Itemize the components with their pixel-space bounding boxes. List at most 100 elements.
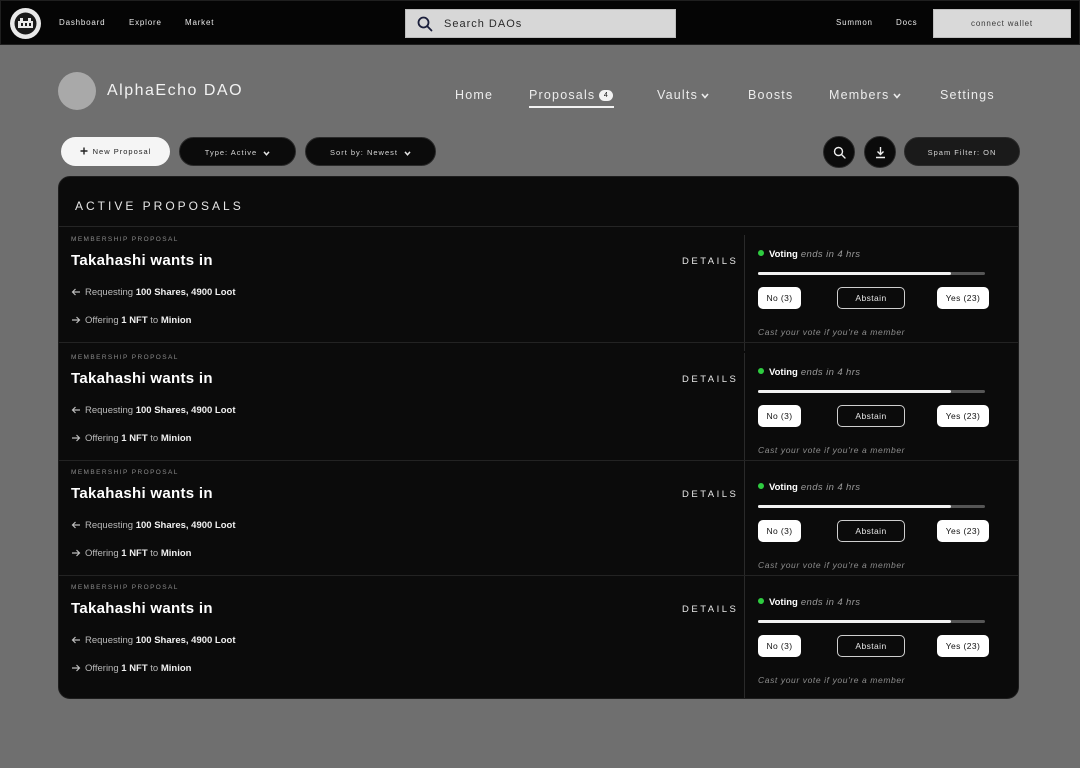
requesting-prefix: Requesting (85, 520, 134, 531)
vote-hint: Cast your vote if you're a member (758, 327, 906, 337)
new-proposal-label: New Proposal (92, 147, 152, 156)
download-button[interactable] (864, 136, 896, 168)
type-filter-label: Type: Active (204, 148, 258, 157)
requesting-line: Requesting 100 Shares, 4900 Loot (71, 520, 236, 531)
proposal-title[interactable]: Takahashi wants in (71, 252, 213, 269)
requesting-prefix: Requesting (85, 635, 134, 646)
nav-docs[interactable]: Docs (896, 18, 917, 27)
details-link[interactable]: DETAILS (682, 374, 738, 385)
proposals-panel: ACTIVE PROPOSALS MEMBERSHIP PROPOSAL Tak… (58, 176, 1019, 699)
column-divider (744, 353, 745, 469)
sort-dropdown[interactable]: Sort by: Newest (305, 137, 436, 166)
offering-line: Offering 1 NFT to Minion (71, 663, 191, 674)
arrow-left-icon (71, 521, 80, 529)
details-link[interactable]: DETAILS (682, 256, 738, 267)
voting-label: Voting (769, 367, 798, 378)
requesting-value: 100 Shares, 4900 Loot (135, 635, 236, 646)
offering-prefix: Offering (85, 315, 119, 326)
requesting-prefix: Requesting (85, 405, 134, 416)
voting-label: Voting (769, 249, 798, 260)
search-placeholder: Search DAOs (444, 18, 523, 30)
nav-explore[interactable]: Explore (129, 18, 162, 27)
type-filter-dropdown[interactable]: Type: Active (179, 137, 296, 166)
voting-progress-fill (758, 390, 951, 393)
vote-no-button[interactable]: No (3) (758, 520, 801, 542)
voting-progress-fill (758, 505, 951, 508)
proposal-title[interactable]: Takahashi wants in (71, 485, 213, 502)
tab-proposals[interactable]: Proposals 4 (529, 88, 614, 102)
voting-status: Voting ends in 4 hrs (758, 367, 860, 378)
vote-yes-button[interactable]: Yes (23) (937, 287, 989, 309)
tab-settings[interactable]: Settings (940, 88, 995, 102)
dao-name: AlphaEcho DAO (107, 82, 244, 99)
requesting-line: Requesting 100 Shares, 4900 Loot (71, 287, 236, 298)
vote-hint: Cast your vote if you're a member (758, 675, 906, 685)
tab-home[interactable]: Home (455, 88, 493, 102)
voting-label: Voting (769, 482, 798, 493)
tab-members[interactable]: Members (829, 88, 901, 102)
voting-ends: ends in 4 hrs (800, 482, 861, 493)
offering-value: 1 NFT (121, 548, 148, 559)
proposal-row: MEMBERSHIP PROPOSAL Takahashi wants in R… (59, 345, 1018, 469)
vote-yes-button[interactable]: Yes (23) (937, 405, 989, 427)
dao-avatar (58, 72, 96, 110)
nav-summon[interactable]: Summon (836, 18, 873, 27)
vote-yes-button[interactable]: Yes (23) (937, 635, 989, 657)
offering-to: to (150, 548, 159, 559)
offering-target: Minion (160, 663, 192, 674)
proposal-kind: MEMBERSHIP PROPOSAL (71, 354, 179, 361)
connect-wallet-button[interactable]: connect wallet (933, 9, 1071, 38)
proposal-row: MEMBERSHIP PROPOSAL Takahashi wants in R… (59, 227, 1018, 351)
spam-filter-toggle[interactable]: Spam Filter: ON (904, 137, 1020, 166)
vote-hint: Cast your vote if you're a member (758, 445, 906, 455)
voting-section: Voting ends in 4 hrs No (3) Abstain Yes (… (758, 460, 998, 576)
voting-progress-fill (758, 620, 951, 623)
new-proposal-button[interactable]: New Proposal (61, 137, 170, 166)
plus-icon (80, 147, 88, 155)
proposal-kind: MEMBERSHIP PROPOSAL (71, 469, 179, 476)
voting-progress-bar (758, 620, 985, 623)
offering-prefix: Offering (85, 663, 119, 674)
tab-label: Boosts (748, 88, 794, 102)
voting-section: Voting ends in 4 hrs No (3) Abstain Yes (… (758, 345, 998, 461)
vote-no-button[interactable]: No (3) (758, 405, 801, 427)
vote-hint: Cast your vote if you're a member (758, 560, 906, 570)
search-input[interactable]: Search DAOs (405, 9, 676, 38)
download-icon (876, 147, 885, 159)
details-link[interactable]: DETAILS (682, 604, 738, 615)
tab-vaults[interactable]: Vaults (657, 88, 709, 102)
status-dot (758, 250, 764, 256)
proposal-kind: MEMBERSHIP PROPOSAL (71, 236, 179, 243)
chevron-down-icon (263, 150, 270, 156)
search-button[interactable] (823, 136, 855, 168)
offering-line: Offering 1 NFT to Minion (71, 548, 191, 559)
proposal-title[interactable]: Takahashi wants in (71, 370, 213, 387)
vote-abstain-button[interactable]: Abstain (837, 520, 905, 542)
vote-yes-button[interactable]: Yes (23) (937, 520, 989, 542)
search-icon (833, 146, 846, 159)
offering-to: to (150, 663, 159, 674)
vote-no-button[interactable]: No (3) (758, 635, 801, 657)
vote-abstain-button[interactable]: Abstain (837, 287, 905, 309)
nav-market[interactable]: Market (185, 18, 214, 27)
tab-boosts[interactable]: Boosts (748, 88, 793, 102)
vote-abstain-button[interactable]: Abstain (837, 635, 905, 657)
requesting-line: Requesting 100 Shares, 4900 Loot (71, 635, 236, 646)
vote-no-button[interactable]: No (3) (758, 287, 801, 309)
proposal-row: MEMBERSHIP PROPOSAL Takahashi wants in R… (59, 575, 1018, 698)
chevron-down-icon (404, 150, 411, 156)
voting-progress-fill (758, 272, 951, 275)
column-divider (744, 583, 745, 698)
nav-dashboard[interactable]: Dashboard (59, 18, 105, 27)
proposal-row: MEMBERSHIP PROPOSAL Takahashi wants in R… (59, 460, 1018, 584)
column-divider (744, 468, 745, 584)
offering-line: Offering 1 NFT to Minion (71, 315, 191, 326)
dao-logo-icon[interactable] (10, 8, 41, 39)
voting-section: Voting ends in 4 hrs No (3) Abstain Yes (… (758, 227, 998, 343)
details-link[interactable]: DETAILS (682, 489, 738, 500)
vote-abstain-button[interactable]: Abstain (837, 405, 905, 427)
status-dot (758, 598, 764, 604)
offering-value: 1 NFT (121, 315, 148, 326)
chevron-down-icon (701, 93, 709, 99)
proposal-title[interactable]: Takahashi wants in (71, 600, 213, 617)
